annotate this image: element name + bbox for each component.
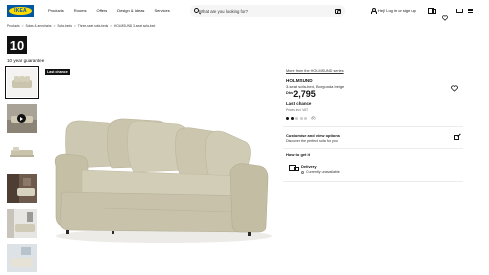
star-icon <box>299 116 303 120</box>
price-note: Prices incl. VAT <box>286 108 309 112</box>
delivery-truck-icon <box>289 165 299 171</box>
rating[interactable]: (0) <box>286 116 315 120</box>
breadcrumb: Products > Sofas & armchairs > Sofa-beds… <box>7 24 155 28</box>
login-text: Hej! Log in or sign up <box>378 7 416 13</box>
delivery-status: Currently unavailable <box>301 170 340 174</box>
delivery-title: Delivery <box>301 164 317 169</box>
breadcrumb-separator: > <box>110 24 112 28</box>
breadcrumb-item[interactable]: Three-seat sofa-beds <box>78 24 108 28</box>
divider <box>283 148 463 149</box>
thumbnail-bed-mode[interactable] <box>7 139 37 168</box>
camera-search-icon[interactable] <box>335 8 341 14</box>
breadcrumb-item[interactable]: Sofas & armchairs <box>25 24 51 28</box>
thumbnail-room-3[interactable] <box>7 244 37 272</box>
thumbnail-video[interactable] <box>7 104 37 133</box>
breadcrumb-item: HOLMSUND 3-seat sofa-bed <box>113 24 156 28</box>
last-chance-badge: Last chance <box>45 69 70 75</box>
menu-icon[interactable] <box>468 8 474 14</box>
nav-design-ideas[interactable]: Design & Ideas <box>117 8 144 13</box>
user-icon <box>370 7 377 14</box>
status-dot-icon <box>301 170 304 174</box>
breadcrumb-item[interactable]: Sofa-beds <box>57 24 72 28</box>
cart-icon[interactable] <box>455 8 463 14</box>
search-input[interactable]: What are you looking for? <box>199 9 248 14</box>
star-icon <box>286 116 289 120</box>
warranty-badge: 10 <box>7 36 27 54</box>
divider <box>283 181 463 182</box>
price: Dhs 2,795 <box>286 90 316 99</box>
heart-icon <box>451 85 458 92</box>
thumbnail-room-1[interactable] <box>7 174 37 203</box>
product-image[interactable] <box>42 66 275 275</box>
search-bar[interactable]: What are you looking for? <box>190 5 345 17</box>
delivery-truck-icon[interactable] <box>428 8 436 14</box>
add-to-favourites-button[interactable] <box>451 79 459 92</box>
breadcrumb-separator: > <box>21 24 24 28</box>
breadcrumb-separator: > <box>73 24 76 28</box>
customise-options-link[interactable]: Customise and view options Discover the … <box>283 130 463 147</box>
star-icon <box>290 116 294 120</box>
nav-services[interactable]: Services <box>154 8 169 13</box>
external-link-icon <box>454 135 459 140</box>
login-link[interactable]: Hej! Log in or sign up <box>370 7 416 14</box>
rating-count: (0) <box>311 116 316 120</box>
breadcrumb-separator: > <box>53 24 56 28</box>
thumbnail-main[interactable] <box>5 66 39 99</box>
warranty-text: 10 year guarantee <box>7 58 45 63</box>
star-icon <box>304 116 307 120</box>
thumbnail-room-2[interactable] <box>7 209 37 238</box>
customise-title: Customise and view options <box>286 133 341 138</box>
delivery-status-text: Currently unavailable <box>306 170 340 174</box>
product-name: HOLMSUND <box>286 78 313 83</box>
price-value: 2,795 <box>293 89 316 99</box>
play-icon <box>17 114 26 123</box>
breadcrumb-item[interactable]: Products <box>7 24 20 28</box>
star-icon <box>295 116 298 120</box>
heart-icon[interactable] <box>442 8 448 21</box>
site-header: IKEA Products Rooms Offers Design & Idea… <box>0 0 489 22</box>
delivery-option[interactable]: Delivery Currently unavailable <box>283 160 463 180</box>
nav-products[interactable]: Products <box>48 8 64 13</box>
price-currency: Dhs <box>286 91 294 95</box>
series-link[interactable]: More from the HOLMSUND series <box>286 69 344 73</box>
main-nav: Products Rooms Offers Design & Ideas Ser… <box>48 8 170 13</box>
nav-rooms[interactable]: Rooms <box>74 8 87 13</box>
how-to-get-heading: How to get it <box>286 152 310 157</box>
logo-text: IKEA <box>9 7 32 15</box>
ikea-logo[interactable]: IKEA <box>7 5 34 17</box>
nav-offers[interactable]: Offers <box>96 8 107 13</box>
customise-subtitle: Discover the perfect sofa for you <box>286 139 338 143</box>
last-chance-label: Last chance <box>286 101 312 106</box>
divider <box>283 126 463 127</box>
